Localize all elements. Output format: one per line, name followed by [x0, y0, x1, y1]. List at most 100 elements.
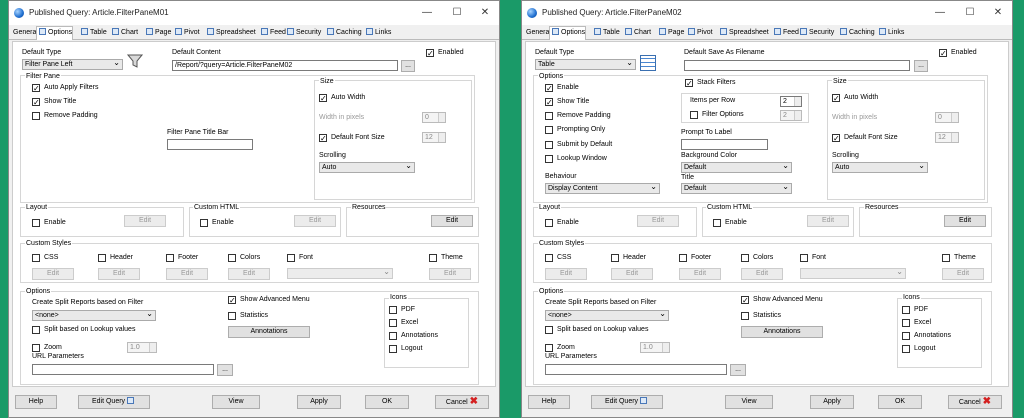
view-button[interactable]: View [212, 395, 260, 409]
tab-general[interactable]: General [11, 27, 38, 40]
tab-security[interactable]: Security [285, 27, 321, 40]
tab-links[interactable]: Links [364, 27, 391, 40]
title-select[interactable]: Default [681, 183, 792, 194]
remove-padding-checkbox[interactable] [545, 112, 553, 120]
minimize-button[interactable]: — [413, 3, 441, 23]
layout-enable-checkbox[interactable] [32, 219, 40, 227]
default-content-input[interactable]: /Report/?query=Article.FilterPaneM02 [172, 60, 398, 71]
font-checkbox[interactable] [287, 254, 295, 262]
resources-edit-button[interactable]: Edit [431, 215, 473, 227]
close-button[interactable]: ✕ [984, 3, 1012, 23]
ok-button[interactable]: OK [365, 395, 409, 409]
custom-html-edit-button[interactable]: Edit [294, 215, 336, 227]
minimize-button[interactable]: — [926, 3, 954, 23]
tab-caching[interactable]: Caching [325, 27, 362, 40]
apply-button[interactable]: Apply [810, 395, 854, 409]
custom-html-edit-button[interactable]: Edit [807, 215, 849, 227]
tab-pivot[interactable]: Pivot [173, 27, 200, 40]
tab-table[interactable]: Table [79, 27, 107, 40]
css-checkbox[interactable] [545, 254, 553, 262]
excel-checkbox[interactable] [389, 319, 397, 327]
scrolling-select[interactable]: Auto [832, 162, 928, 173]
enable-checkbox[interactable] [545, 84, 553, 92]
pdf-checkbox[interactable] [902, 306, 910, 314]
css-checkbox[interactable] [32, 254, 40, 262]
annotations-checkbox[interactable] [389, 332, 397, 340]
custom-html-enable-checkbox[interactable] [713, 219, 721, 227]
close-button[interactable]: ✕ [471, 3, 499, 23]
colors-checkbox[interactable] [228, 254, 236, 262]
url-params-input[interactable] [32, 364, 214, 375]
colors-edit-button[interactable]: Edit [741, 268, 783, 280]
width-pixels-spinner[interactable]: 0 [422, 112, 446, 123]
remove-padding-checkbox[interactable] [32, 112, 40, 120]
tab-chart[interactable]: Chart [110, 27, 138, 40]
ok-button[interactable]: OK [878, 395, 922, 409]
show-title-checkbox[interactable] [32, 98, 40, 106]
tab-feed[interactable]: Feed [772, 27, 799, 40]
font-size-spinner[interactable]: 12 [935, 132, 959, 143]
edit-query-button[interactable]: Edit Query [591, 395, 663, 409]
view-button[interactable]: View [725, 395, 773, 409]
stack-filters-checkbox[interactable] [685, 79, 693, 87]
excel-checkbox[interactable] [902, 319, 910, 327]
help-button[interactable]: Help [528, 395, 570, 409]
default-save-input[interactable] [684, 60, 910, 71]
url-params-input[interactable] [545, 364, 727, 375]
split-lookup-checkbox[interactable] [545, 326, 553, 334]
header-checkbox[interactable] [611, 254, 619, 262]
default-type-select[interactable]: Table [535, 59, 636, 70]
auto-width-checkbox[interactable] [832, 94, 840, 102]
enabled-checkbox[interactable] [426, 49, 434, 57]
font-size-spinner[interactable]: 12 [422, 132, 446, 143]
header-edit-button[interactable]: Edit [98, 268, 140, 280]
tab-feed[interactable]: Feed [259, 27, 286, 40]
annotations-button[interactable]: Annotations [741, 326, 823, 338]
font-select[interactable] [800, 268, 906, 279]
annotations-button[interactable]: Annotations [228, 326, 310, 338]
custom-html-enable-checkbox[interactable] [200, 219, 208, 227]
edit-query-button[interactable]: Edit Query [78, 395, 150, 409]
footer-checkbox[interactable] [166, 254, 174, 262]
maximize-button[interactable]: ☐ [443, 3, 471, 23]
show-adv-menu-checkbox[interactable] [741, 296, 749, 304]
font-checkbox[interactable] [800, 254, 808, 262]
zoom-spinner[interactable]: 1.0 [640, 342, 670, 353]
tab-spreadsheet[interactable]: Spreadsheet [718, 27, 769, 40]
header-edit-button[interactable]: Edit [611, 268, 653, 280]
tab-security[interactable]: Security [798, 27, 834, 40]
zoom-checkbox[interactable] [32, 344, 40, 352]
layout-enable-checkbox[interactable] [545, 219, 553, 227]
apply-button[interactable]: Apply [297, 395, 341, 409]
submit-default-checkbox[interactable] [545, 141, 553, 149]
statistics-checkbox[interactable] [228, 312, 236, 320]
filter-options-checkbox[interactable] [690, 111, 698, 119]
css-edit-button[interactable]: Edit [545, 268, 587, 280]
font-select[interactable] [287, 268, 393, 279]
tab-pivot[interactable]: Pivot [686, 27, 713, 40]
tab-general[interactable]: General [524, 27, 551, 40]
statistics-checkbox[interactable] [741, 312, 749, 320]
items-per-row-spinner[interactable]: 2 [780, 96, 802, 107]
scrolling-select[interactable]: Auto [319, 162, 415, 173]
colors-edit-button[interactable]: Edit [228, 268, 270, 280]
annotations-checkbox[interactable] [902, 332, 910, 340]
default-font-size-checkbox[interactable] [832, 134, 840, 142]
split-lookup-checkbox[interactable] [32, 326, 40, 334]
help-button[interactable]: Help [15, 395, 57, 409]
auto-width-checkbox[interactable] [319, 94, 327, 102]
layout-edit-button[interactable]: Edit [124, 215, 166, 227]
prompting-only-checkbox[interactable] [545, 126, 553, 134]
pdf-checkbox[interactable] [389, 306, 397, 314]
url-params-browse-button[interactable]: ... [730, 364, 746, 376]
footer-edit-button[interactable]: Edit [679, 268, 721, 280]
theme-edit-button[interactable]: Edit [429, 268, 471, 280]
theme-edit-button[interactable]: Edit [942, 268, 984, 280]
title-bar-input[interactable] [167, 139, 253, 150]
browse-content-button[interactable]: ... [401, 60, 415, 72]
maximize-button[interactable]: ☐ [956, 3, 984, 23]
tab-options[interactable]: Options [549, 26, 587, 40]
behaviour-select[interactable]: Display Content [545, 183, 660, 194]
zoom-spinner[interactable]: 1.0 [127, 342, 157, 353]
auto-apply-checkbox[interactable] [32, 84, 40, 92]
